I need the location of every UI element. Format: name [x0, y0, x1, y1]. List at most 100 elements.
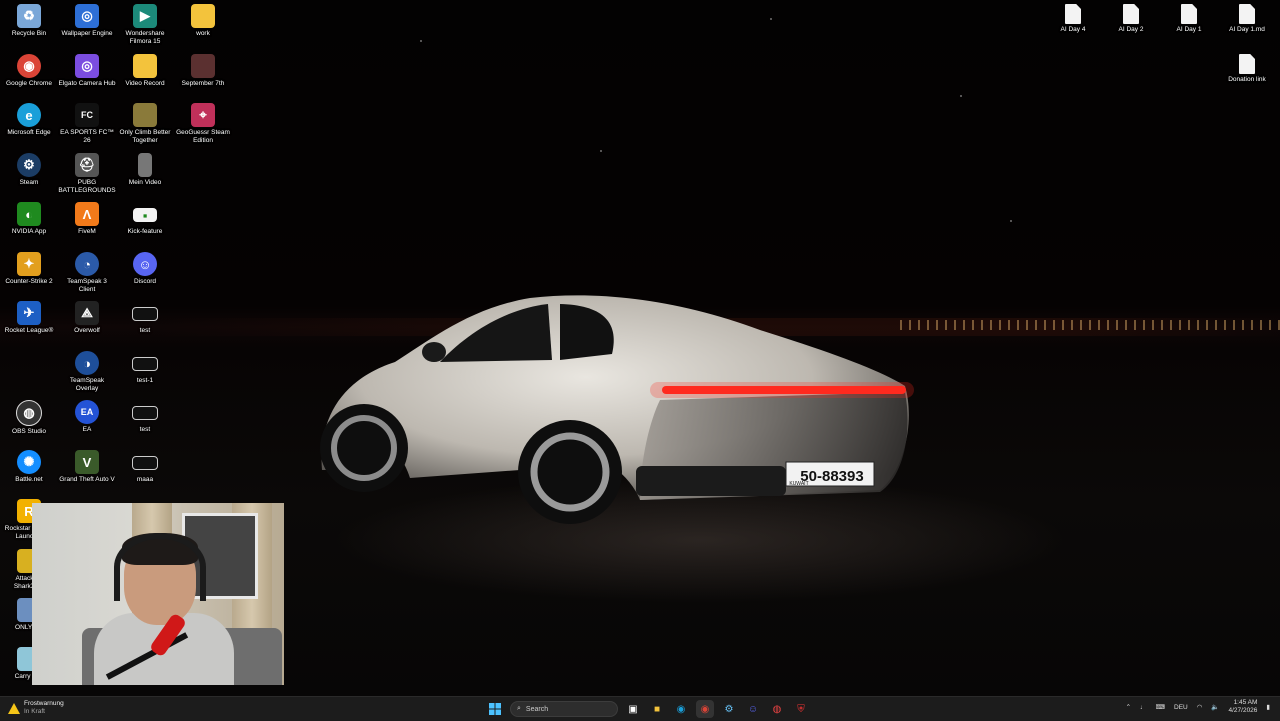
desktop-icon-label: FiveM: [78, 228, 96, 235]
desktop-icon-label: Wondershare Filmora 15: [125, 30, 165, 45]
desktop-icon-label: PUBG BATTLEGROUNDS: [58, 179, 116, 194]
desktop-icon-filmora[interactable]: ▶ Wondershare Filmora 15: [116, 4, 174, 45]
game-icon: [133, 103, 157, 127]
notification-icon[interactable]: ▮: [1266, 703, 1270, 711]
desktop-icon-label: Battle.net: [15, 476, 43, 483]
desktop-icon-ea-fc[interactable]: FC EA SPORTS FC™ 26: [58, 103, 116, 144]
windows-icon: [489, 703, 501, 715]
clock-date: 4/27/2026: [1228, 707, 1258, 714]
chrome-button[interactable]: ◉: [696, 700, 714, 718]
weather-widget[interactable]: Frostwarnung In Kraft: [8, 700, 64, 716]
desktop-icon-label: September 7th: [181, 80, 225, 87]
desktop-icon-ai-day-1-md[interactable]: AI Day 1.md: [1218, 4, 1276, 34]
desktop-icon-cs2[interactable]: ✦ Counter-Strike 2: [0, 252, 58, 286]
taskbar-search[interactable]: ⌕ Search: [510, 701, 618, 717]
desktop-icon-fivem[interactable]: Λ FiveM: [58, 202, 116, 236]
desktop-icon-label: Rocket League®: [4, 327, 54, 334]
desktop-icon-steam[interactable]: ⚙ Steam: [0, 153, 58, 187]
desktop-icon-rocket-league[interactable]: ✈ Rocket League®: [0, 301, 58, 335]
gta-icon: V: [75, 450, 99, 474]
desktop-icon-ai-day-1[interactable]: AI Day 1: [1160, 4, 1218, 34]
desktop-icon-label: Kick-feature: [127, 228, 163, 235]
chevron-up-icon[interactable]: ⌃: [1126, 703, 1131, 711]
desktop-icon-label: TeamSpeak Overlay: [69, 377, 105, 392]
desktop-icon-label: Video Record: [125, 80, 165, 87]
microphone-icon[interactable]: ♩: [1140, 704, 1147, 711]
desktop-icon-teamspeak[interactable]: ◔ TeamSpeak 3 Client: [58, 252, 116, 293]
desktop-icon-chrome[interactable]: ◉ Google Chrome: [0, 54, 58, 88]
desktop-icon-geoguessr[interactable]: ⌖ GeoGuessr Steam Edition: [174, 103, 232, 144]
task-view-button[interactable]: ▣: [624, 700, 642, 718]
taskbar: Frostwarnung In Kraft ⌕ Search ▣ ■ ◉ ◉ ⚙…: [0, 696, 1280, 721]
desktop-icon-battlenet[interactable]: ✺ Battle.net: [0, 450, 58, 484]
speaker-icon[interactable]: 🔈: [1211, 703, 1219, 711]
desktop-icon-ai-day-4[interactable]: AI Day 4: [1044, 4, 1102, 34]
discord-icon: ☺: [747, 703, 759, 715]
start-button[interactable]: [486, 700, 504, 718]
weather-title: Frostwarnung: [24, 700, 64, 707]
steam-button[interactable]: ⚙: [720, 700, 738, 718]
desktop-icon-september-7th[interactable]: September 7th: [174, 54, 232, 88]
desktop-icon-wallpaper-engine[interactable]: ◎ Wallpaper Engine: [58, 4, 116, 38]
desktop-icon-elgato[interactable]: ◎ Elgato Camera Hub: [58, 54, 116, 88]
keyboard-icon[interactable]: ⌨: [1156, 703, 1165, 711]
desktop-icon-discord[interactable]: ☺ Discord: [116, 252, 174, 286]
desktop-icon-label: Only Climb Better Together: [119, 129, 171, 144]
desktop-icon-label: NVIDIA App: [11, 228, 47, 235]
headphones: [114, 533, 206, 601]
desktop-icon-test[interactable]: test: [116, 301, 174, 335]
document-icon: [1065, 4, 1081, 24]
edge-button[interactable]: ◉: [672, 700, 690, 718]
task-view-icon: ▣: [628, 703, 638, 715]
edge-icon: ◉: [676, 703, 686, 715]
obs-button[interactable]: ◍: [768, 700, 786, 718]
system-tray: ⌃ ♩ ⌨ DEU ◠ 🔈 1:45 AM 4/27/2026 ▮: [1126, 699, 1270, 715]
ea-icon: EA: [75, 400, 99, 424]
desktop-icon-label: AI Day 1.md: [1229, 26, 1265, 33]
license-plate-country: KUWAIT: [789, 481, 808, 487]
file-explorer-button[interactable]: ■: [648, 700, 666, 718]
wifi-icon[interactable]: ◠: [1197, 703, 1203, 711]
discord-icon: ☺: [133, 252, 157, 276]
video-clip-icon: [132, 357, 158, 371]
desktop-icon-overwolf[interactable]: ⟁ Overwolf: [58, 301, 116, 335]
folder-icon: ■: [653, 703, 661, 715]
desktop-icon-teamspeak-overlay[interactable]: ◑ TeamSpeak Overlay: [58, 351, 116, 392]
desktop-icon-edge[interactable]: e Microsoft Edge: [0, 103, 58, 137]
desktop-icon-kick-feature[interactable]: ▪ Kick-feature: [116, 202, 174, 236]
desktop-icon-pubg[interactable]: ⛑ PUBG BATTLEGROUNDS: [58, 153, 116, 194]
warning-icon: [8, 702, 20, 714]
folder-icon: [133, 54, 157, 78]
desktop-icon-work[interactable]: work: [174, 4, 232, 38]
fivem-icon: Λ: [75, 202, 99, 226]
desktop-icon-label: Discord: [133, 278, 157, 285]
shield-icon: ⛨: [797, 703, 805, 715]
desktop-icon-gta-v[interactable]: V Grand Theft Auto V: [58, 450, 116, 484]
desktop-icon-label: Google Chrome: [6, 80, 52, 87]
folder-icon: [191, 4, 215, 28]
desktop-icon-mein-video[interactable]: Mein Video: [116, 153, 174, 187]
wallpaper-engine-icon: ◎: [75, 4, 99, 28]
desktop-icon-nvidia[interactable]: ◐ NVIDIA App: [0, 202, 58, 236]
desktop-icon-label: Wallpaper Engine: [61, 30, 113, 37]
desktop-icon-obs[interactable]: ◍ OBS Studio: [0, 400, 58, 436]
shield-app-button[interactable]: ⛨: [792, 700, 810, 718]
desktop-icon-ea[interactable]: EA EA: [58, 400, 116, 434]
cs2-icon: ✦: [17, 252, 41, 276]
teamspeak-icon: ◔: [75, 252, 99, 276]
desktop-icon-only-climb[interactable]: Only Climb Better Together: [116, 103, 174, 144]
desktop-icon-test-2[interactable]: test: [116, 400, 174, 434]
desktop-icon-ai-day-2[interactable]: AI Day 2: [1102, 4, 1160, 34]
overwolf-icon: ⟁: [75, 301, 99, 325]
clock[interactable]: 1:45 AM 4/27/2026: [1229, 699, 1258, 715]
desktop-icon-label: work: [196, 30, 210, 37]
document-icon: [1123, 4, 1139, 24]
language-indicator[interactable]: DEU: [1174, 704, 1188, 711]
desktop-icon-test-1[interactable]: test-1: [116, 351, 174, 385]
discord-button[interactable]: ☺: [744, 700, 762, 718]
desktop-icon-donation-link[interactable]: Donation link: [1218, 54, 1276, 84]
desktop-icon-recycle-bin[interactable]: ♻ Recycle Bin: [0, 4, 58, 38]
desktop-icon-maaa[interactable]: maaa: [116, 450, 174, 484]
desktop-icon-label: OBS Studio: [12, 428, 46, 435]
desktop-icon-video-record[interactable]: Video Record: [116, 54, 174, 88]
